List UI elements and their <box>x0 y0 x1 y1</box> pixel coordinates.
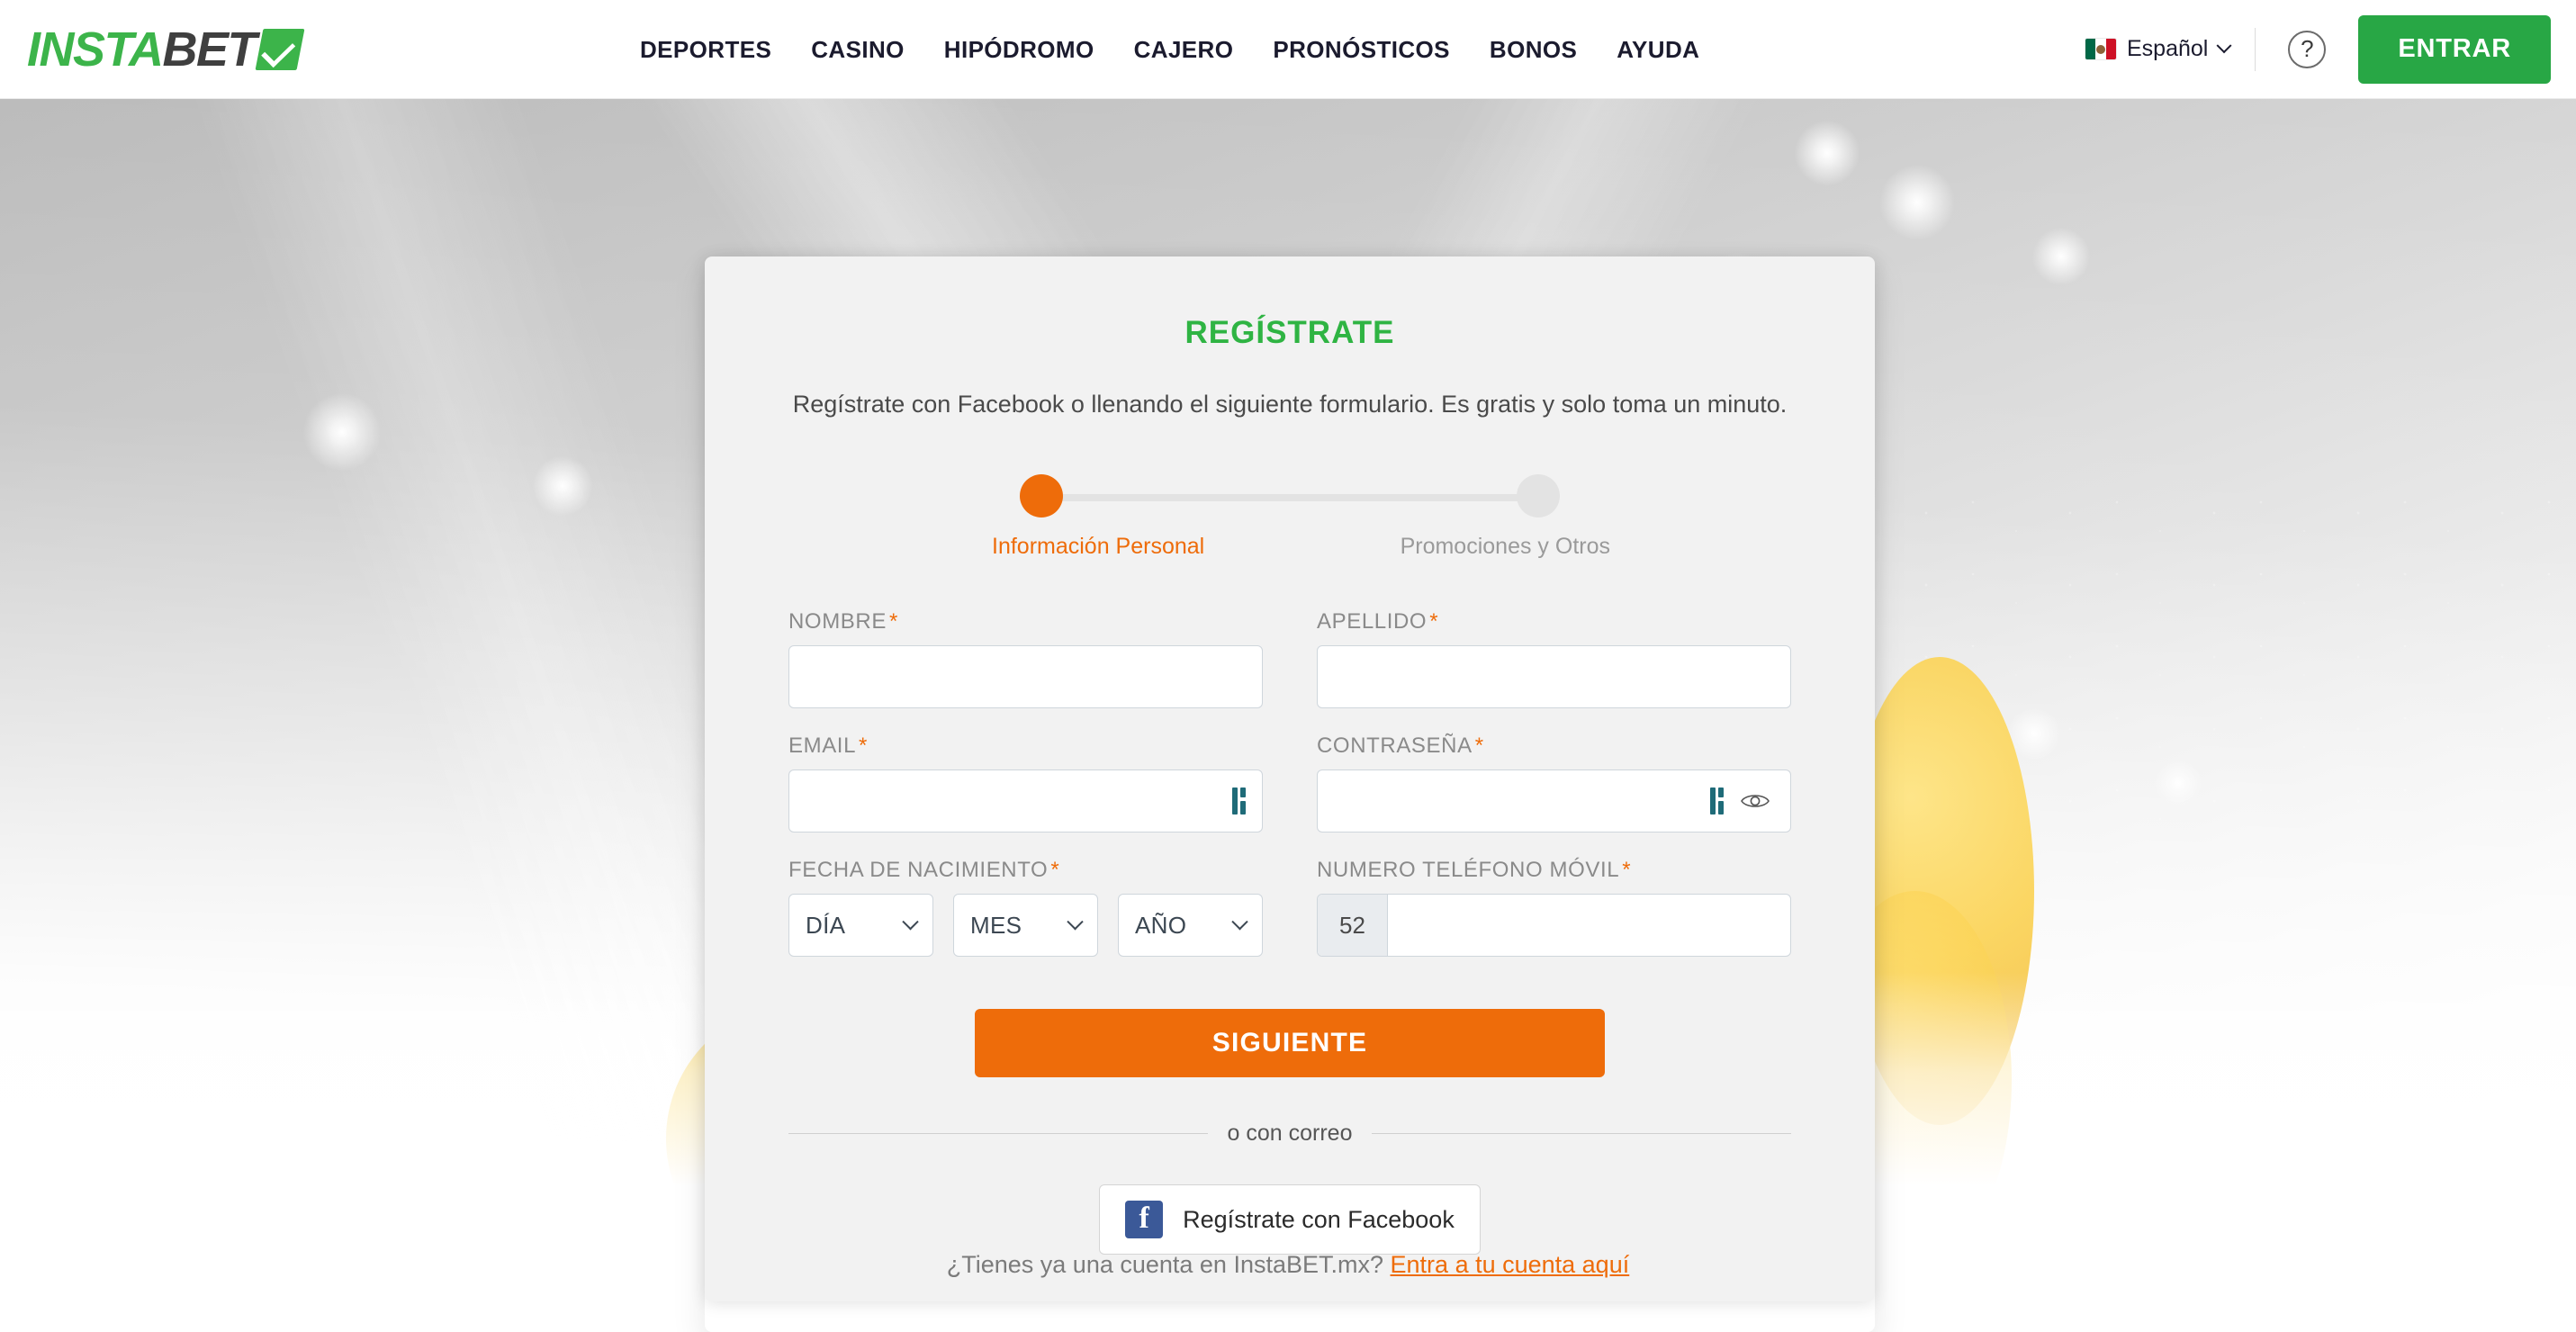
stepper-label-step1: Información Personal <box>992 534 1205 559</box>
login-prompt: ¿Tienes ya una cuenta en InstaBET.mx? En… <box>0 1251 2576 1279</box>
registration-stepper: Información Personal Promociones y Otros <box>992 474 1610 566</box>
stepper-dot-step1[interactable] <box>1020 474 1063 518</box>
site-header: INSTABET DEPORTES CASINO HIPÓDROMO CAJER… <box>0 0 2576 99</box>
label-email-text: EMAIL <box>788 734 857 758</box>
label-nombre-text: NOMBRE <box>788 609 887 634</box>
label-apellido-text: APELLIDO <box>1317 609 1428 634</box>
chevron-down-icon <box>1231 913 1248 930</box>
divider-line-left <box>788 1133 1208 1134</box>
required-asterisk: * <box>859 734 868 758</box>
facebook-button-label: Regístrate con Facebook <box>1183 1205 1455 1233</box>
chevron-down-icon <box>2216 37 2232 53</box>
dob-day-value: DÍA <box>806 911 846 939</box>
dob-month-value: MES <box>970 911 1022 939</box>
password-manager-icon[interactable] <box>1232 788 1246 814</box>
nav-item-bonos[interactable]: BONOS <box>1470 0 1597 99</box>
eye-icon[interactable] <box>1740 790 1770 812</box>
field-fecha-nacimiento: FECHA DE NACIMIENTO * DÍA MES AÑO <box>788 858 1263 957</box>
dob-month-select[interactable]: MES <box>953 894 1098 957</box>
required-asterisk: * <box>1622 858 1632 882</box>
dob-day-select[interactable]: DÍA <box>788 894 933 957</box>
mexico-flag-icon <box>2085 39 2116 59</box>
field-apellido: APELLIDO * <box>1317 609 1791 708</box>
field-email: EMAIL * <box>788 734 1263 832</box>
password-manager-icon[interactable] <box>1710 788 1724 814</box>
registration-card: REGÍSTRATE Regístrate con Facebook o lle… <box>705 256 1875 1301</box>
apellido-input[interactable] <box>1318 646 1790 707</box>
stepper-label-step2: Promociones y Otros <box>1400 534 1610 559</box>
input-shell-apellido <box>1317 645 1791 708</box>
dob-year-select[interactable]: AÑO <box>1118 894 1263 957</box>
card-subtitle: Regístrate con Facebook o llenando el si… <box>792 391 1788 418</box>
label-contrasena: CONTRASEÑA * <box>1317 734 1791 759</box>
nav-item-casino[interactable]: CASINO <box>791 0 924 99</box>
language-label: Español <box>2127 36 2209 61</box>
label-apellido: APELLIDO * <box>1317 609 1791 634</box>
label-fecha-text: FECHA DE NACIMIENTO <box>788 858 1049 882</box>
page-title: REGÍSTRATE <box>1184 315 1395 350</box>
logo-text-insta: INSTA <box>27 22 164 76</box>
divider-line-right <box>1372 1133 1791 1134</box>
label-nombre: NOMBRE * <box>788 609 1263 634</box>
stepper-dot-step2[interactable] <box>1517 474 1560 518</box>
or-divider: o con correo <box>788 1120 1791 1147</box>
facebook-icon <box>1125 1201 1164 1238</box>
header-actions: Español ? ENTRAR <box>2085 0 2576 99</box>
header-divider <box>2255 27 2256 71</box>
label-fecha-nacimiento: FECHA DE NACIMIENTO * <box>788 858 1263 883</box>
field-contrasena: CONTRASEÑA * <box>1317 734 1791 832</box>
chevron-down-icon <box>1067 913 1084 930</box>
email-input[interactable] <box>789 770 1232 832</box>
nav-item-deportes[interactable]: DEPORTES <box>620 0 791 99</box>
chevron-down-icon <box>902 913 919 930</box>
input-shell-email <box>788 770 1263 832</box>
language-selector[interactable]: Español <box>2085 36 2255 62</box>
label-telefono-text: NUMERO TELÉFONO MÓVIL <box>1317 858 1620 882</box>
phone-input-group: 52 <box>1317 894 1791 957</box>
field-nombre: NOMBRE * <box>788 609 1263 708</box>
login-link[interactable]: Entra a tu cuenta aquí <box>1391 1251 1630 1278</box>
facebook-signup-button[interactable]: Regístrate con Facebook <box>1099 1184 1481 1255</box>
nombre-input[interactable] <box>789 646 1262 707</box>
nav-item-pronosticos[interactable]: PRONÓSTICOS <box>1253 0 1470 99</box>
phone-input[interactable] <box>1388 895 1790 956</box>
logo-text-bet: BET <box>162 22 257 76</box>
next-button[interactable]: SIGUIENTE <box>975 1009 1605 1077</box>
main-navigation: DEPORTES CASINO HIPÓDROMO CAJERO PRONÓST… <box>620 0 1719 99</box>
nav-item-ayuda[interactable]: AYUDA <box>1597 0 1719 99</box>
check-icon <box>255 28 305 70</box>
login-button[interactable]: ENTRAR <box>2358 14 2551 84</box>
required-asterisk: * <box>888 609 898 634</box>
login-prompt-text: ¿Tienes ya una cuenta en InstaBET.mx? <box>946 1251 1384 1278</box>
registration-form: NOMBRE * APELLIDO * EMAIL * CONTRASEÑA *… <box>788 609 1791 957</box>
required-asterisk: * <box>1050 858 1060 882</box>
help-circle-icon[interactable]: ? <box>2288 30 2327 68</box>
label-contrasena-text: CONTRASEÑA <box>1317 734 1473 758</box>
stepper-track <box>1041 494 1538 501</box>
input-shell-contrasena <box>1317 770 1791 832</box>
required-asterisk: * <box>1429 609 1439 634</box>
nav-item-hipodromo[interactable]: HIPÓDROMO <box>924 0 1114 99</box>
divider-text: o con correo <box>1227 1120 1353 1146</box>
label-email: EMAIL * <box>788 734 1263 759</box>
logo[interactable]: INSTABET <box>27 0 305 99</box>
phone-country-prefix[interactable]: 52 <box>1318 895 1388 956</box>
field-telefono: NUMERO TELÉFONO MÓVIL * 52 <box>1317 858 1791 957</box>
required-asterisk: * <box>1474 734 1484 758</box>
input-shell-nombre <box>788 645 1263 708</box>
dob-select-row: DÍA MES AÑO <box>788 894 1263 957</box>
dob-year-value: AÑO <box>1135 911 1187 939</box>
nav-item-cajero[interactable]: CAJERO <box>1114 0 1254 99</box>
label-telefono: NUMERO TELÉFONO MÓVIL * <box>1317 858 1791 883</box>
page-content: REGÍSTRATE Regístrate con Facebook o lle… <box>0 99 2576 1301</box>
password-input[interactable] <box>1318 770 1710 832</box>
